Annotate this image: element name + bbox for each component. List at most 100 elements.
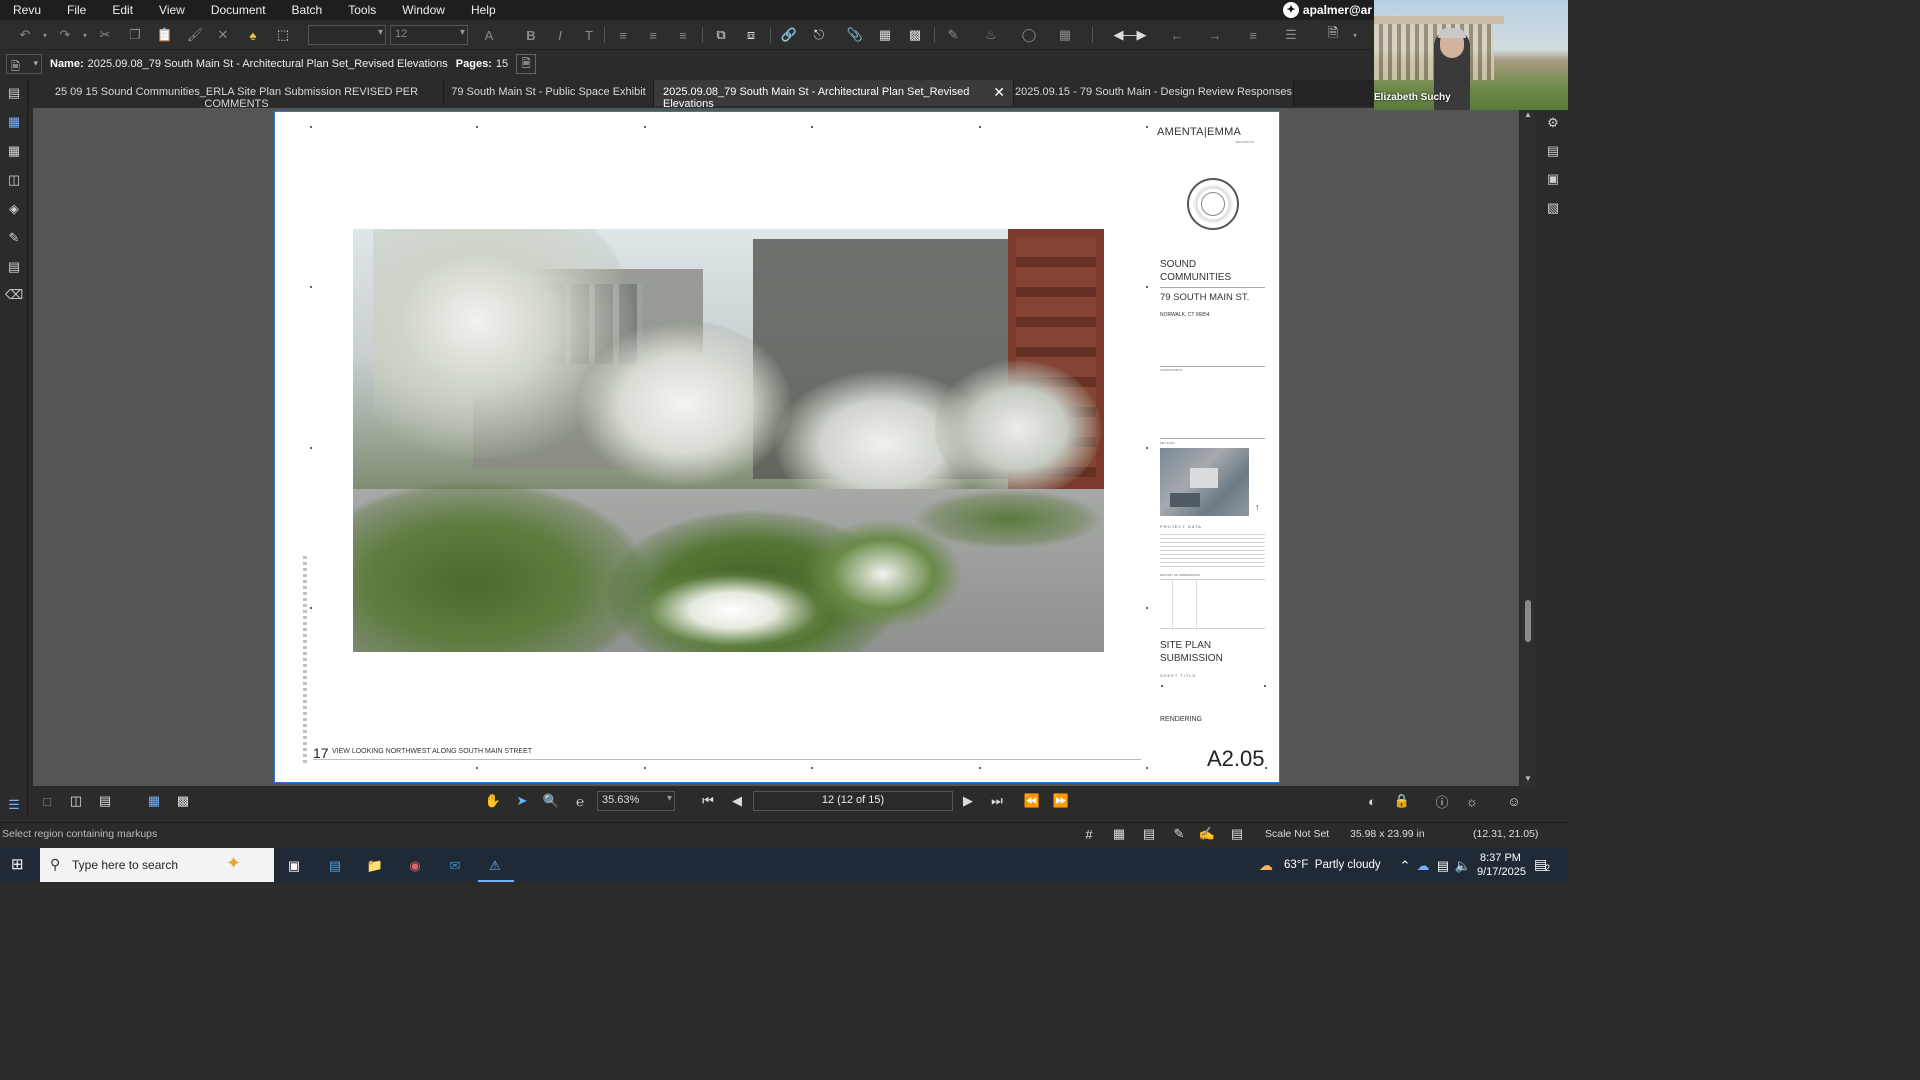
vertical-scrollbar[interactable]: ▲ ▼: [1521, 110, 1535, 788]
zoom-level-select[interactable]: 35.63% ▾: [597, 791, 675, 811]
contrast-icon[interactable]: ◐: [1363, 792, 1381, 810]
menu-file[interactable]: File: [54, 3, 99, 17]
text-style-icon[interactable]: T: [580, 26, 598, 44]
split-vertical-icon[interactable]: ◫: [67, 792, 85, 810]
sync-scale-icon[interactable]: ▤: [1228, 825, 1246, 843]
weather-text[interactable]: 63°F Partly cloudy: [1284, 859, 1381, 871]
3d-box-icon[interactable]: ▣: [1544, 170, 1562, 188]
redo-dropdown-icon[interactable]: ▾: [76, 26, 94, 44]
next-view-icon[interactable]: ⏩: [1052, 792, 1070, 810]
chevron-down-icon[interactable]: ▾: [1346, 26, 1364, 44]
calculator-app-icon[interactable]: ▤: [326, 857, 344, 875]
clock-date[interactable]: 9/17/2025: [1477, 866, 1526, 878]
stamp-icon[interactable]: ⎋: [810, 26, 828, 44]
cut-icon[interactable]: ✂: [96, 26, 114, 44]
send-back-icon[interactable]: ⧈: [742, 26, 760, 44]
previous-view-icon[interactable]: ⏪: [1023, 792, 1041, 810]
font-size-select[interactable]: 12 ▾: [390, 25, 468, 45]
link-icon[interactable]: 🔗: [780, 26, 798, 44]
outlook-app-icon[interactable]: ✉: [446, 857, 464, 875]
tab-site-plan-submission[interactable]: 25 09 15 Sound Communities_ERLA Site Pla…: [30, 80, 444, 110]
tab-design-review-responses[interactable]: 2025.09.15 - 79 South Main - Design Revi…: [1014, 80, 1294, 106]
pan-hand-icon[interactable]: ✋: [484, 792, 502, 810]
copy-icon[interactable]: ❐: [126, 26, 144, 44]
hatch-icon[interactable]: ▦: [1056, 26, 1074, 44]
snap-content-icon[interactable]: ▤: [1140, 825, 1158, 843]
delete-icon[interactable]: ✕: [214, 26, 232, 44]
first-page-icon[interactable]: ⏮: [699, 792, 717, 810]
menu-window[interactable]: Window: [389, 3, 458, 17]
network-icon[interactable]: ▤: [1434, 857, 1452, 875]
redo-icon[interactable]: ↷: [56, 26, 74, 44]
studio-icon[interactable]: ▧: [1544, 199, 1562, 217]
italic-icon[interactable]: I: [551, 26, 569, 44]
line-color-icon[interactable]: ✎: [944, 26, 962, 44]
fill-color-icon[interactable]: ♨: [982, 26, 1000, 44]
sync-icon[interactable]: ▩: [174, 792, 192, 810]
file-explorer-icon[interactable]: 📁: [366, 857, 384, 875]
info-icon[interactable]: ⓘ: [1433, 792, 1451, 810]
continuous-icon[interactable]: ▦: [145, 792, 163, 810]
taskbar-search[interactable]: ⚲ Type here to search ✦: [40, 848, 274, 882]
flatten-icon[interactable]: ▦: [876, 26, 894, 44]
bold-icon[interactable]: B: [522, 26, 540, 44]
menu-edit[interactable]: Edit: [99, 3, 146, 17]
brightness-icon[interactable]: ☼: [1463, 792, 1481, 810]
format-painter-icon[interactable]: 🖌: [186, 26, 204, 44]
shape-icon[interactable]: ◯: [1020, 26, 1038, 44]
tab-public-space-exhibit[interactable]: 79 South Main St - Public Space Exhibit: [444, 80, 654, 106]
clock-time[interactable]: 8:37 PM: [1480, 852, 1521, 864]
volume-icon[interactable]: 🔈: [1454, 857, 1472, 875]
markups-list-icon[interactable]: ☰: [5, 796, 23, 814]
snap-markup-icon[interactable]: ✎: [1170, 825, 1188, 843]
tab-architectural-plan-set[interactable]: 2025.09.08_79 South Main St - Architectu…: [654, 80, 1014, 110]
layers-icon[interactable]: ◈: [5, 200, 23, 218]
line-style-icon[interactable]: ≡: [1244, 26, 1262, 44]
chrome-app-icon[interactable]: ◉: [406, 857, 424, 875]
page-view-select[interactable]: 🗎 ▾: [6, 54, 42, 74]
zoom-icon[interactable]: 🔍: [542, 792, 560, 810]
page-number-field[interactable]: 12 (12 of 15): [753, 791, 953, 811]
document-icon[interactable]: 🗎: [1324, 25, 1342, 44]
task-view-icon[interactable]: ▣: [285, 857, 303, 875]
font-family-select[interactable]: ▾: [308, 25, 386, 45]
reuse-icon[interactable]: ✍: [1198, 825, 1216, 843]
close-icon[interactable]: ✕: [993, 84, 1005, 101]
drawing-sheet[interactable]: 17 VIEW LOOKING NORTHWEST ALONG SOUTH MA…: [274, 111, 1280, 783]
single-page-icon[interactable]: □: [38, 792, 56, 810]
page-setup-icon[interactable]: 🗎: [516, 54, 537, 74]
chevron-up-icon[interactable]: ⌃: [1396, 857, 1414, 875]
scale-status[interactable]: Scale Not Set: [1265, 828, 1329, 840]
account-area[interactable]: ✦ apalmer@ar: [1282, 2, 1372, 18]
grid-icon[interactable]: #: [1080, 825, 1098, 843]
select-arrow-icon[interactable]: ➤: [513, 792, 531, 810]
line-end-icon[interactable]: →: [1206, 26, 1224, 44]
menu-batch[interactable]: Batch: [279, 3, 336, 17]
menu-help[interactable]: Help: [458, 3, 509, 17]
align-left-icon[interactable]: ≡: [614, 26, 632, 44]
font-color-icon[interactable]: A: [480, 26, 498, 44]
previous-page-icon[interactable]: ◀: [728, 792, 746, 810]
line-width-icon[interactable]: ☰: [1282, 26, 1300, 44]
lock-icon[interactable]: 🔒: [1393, 792, 1411, 810]
scrollbar-thumb[interactable]: [1525, 600, 1531, 642]
signatures-icon[interactable]: ✎: [5, 229, 23, 247]
line-start-icon[interactable]: ←: [1168, 26, 1186, 44]
crop-icon[interactable]: ⬚: [274, 26, 292, 44]
file-access-icon[interactable]: ▤: [5, 84, 23, 102]
paste-icon[interactable]: 📋: [156, 26, 174, 44]
next-page-icon[interactable]: ▶: [959, 792, 977, 810]
snap-grid-icon[interactable]: ▦: [1110, 825, 1128, 843]
bookmarks-icon[interactable]: ▦: [5, 113, 23, 131]
undo-dropdown-icon[interactable]: ▾: [36, 26, 54, 44]
menu-view[interactable]: View: [146, 3, 198, 17]
split-horizontal-icon[interactable]: ▤: [96, 792, 114, 810]
bring-front-icon[interactable]: ⧉: [712, 26, 730, 44]
menu-tools[interactable]: Tools: [335, 3, 389, 17]
windows-start-icon[interactable]: ⊞: [11, 857, 27, 873]
forms-icon[interactable]: ▤: [5, 258, 23, 276]
align-center-icon[interactable]: ≡: [644, 26, 662, 44]
video-call-tile[interactable]: Elizabeth Suchy: [1374, 0, 1568, 110]
onedrive-icon[interactable]: ☁: [1414, 857, 1432, 875]
line-arrow-icon[interactable]: ◀—▶: [1104, 26, 1156, 44]
